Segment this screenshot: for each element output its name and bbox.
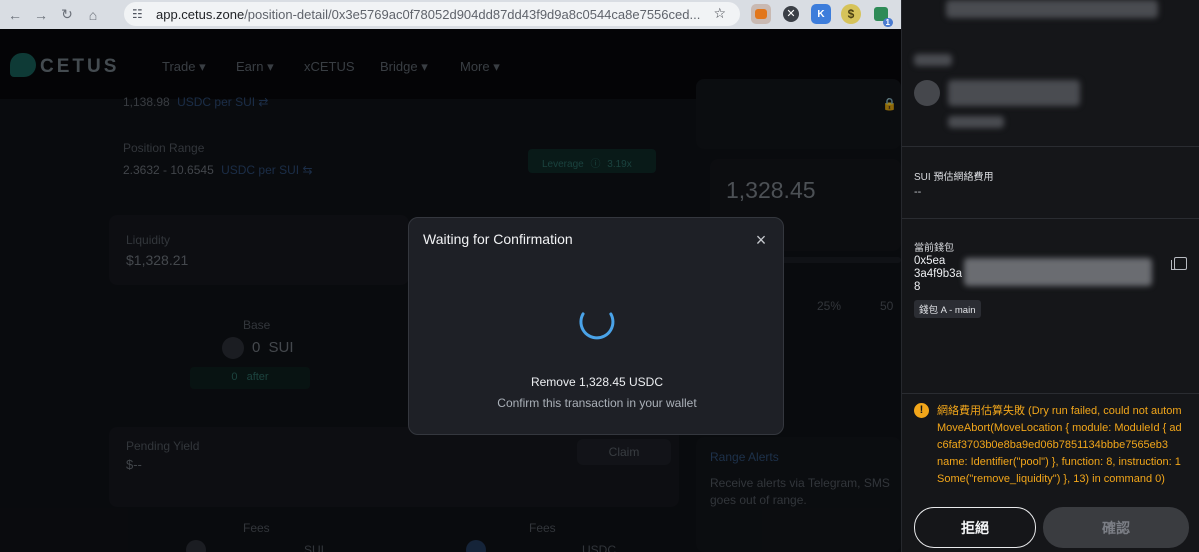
divider xyxy=(902,218,1199,219)
bookmark-star-icon[interactable]: ☆ xyxy=(713,5,726,22)
wallet-address-line2: 3a4f9b3a xyxy=(914,268,962,280)
modal-message: Remove 1,328.45 USDC xyxy=(530,375,664,389)
browser-toolbar: ← → ↻ ⌂ ☷ app.cetus.zone /position-detai… xyxy=(0,0,901,29)
address-bar[interactable]: ☷ app.cetus.zone /position-detail/0x3e57… xyxy=(124,2,740,26)
current-wallet-label: 當前錢包 xyxy=(914,243,954,254)
redacted-dapp-url xyxy=(948,116,1004,128)
wallet-tag: 錢包 A - main xyxy=(914,300,981,318)
divider xyxy=(902,393,1199,394)
redacted-dapp-name xyxy=(948,80,1080,106)
url-path: /position-detail/0x3e5769ac0f78052d904dd… xyxy=(244,6,701,22)
redacted-label xyxy=(914,54,952,66)
back-icon[interactable]: ← xyxy=(2,4,28,26)
confirmation-modal: Waiting for Confirmation × Remove 1,328.… xyxy=(408,217,784,435)
k-extension-icon[interactable]: K xyxy=(811,4,831,24)
url-host: app.cetus.zone xyxy=(156,6,245,22)
loading-spinner-icon xyxy=(579,312,615,340)
modal-title: Waiting for Confirmation xyxy=(423,231,573,247)
modal-submessage: Confirm this transaction in your wallet xyxy=(497,396,697,410)
divider xyxy=(902,146,1199,147)
dapp-avatar xyxy=(914,80,940,106)
site-settings-icon[interactable]: ☷ xyxy=(132,7,150,21)
close-icon[interactable]: × xyxy=(751,230,771,250)
x-extension-icon[interactable]: ✕ xyxy=(781,4,801,24)
redacted-address xyxy=(964,258,1152,286)
wallet-address: 0x5ea 3a4f9b3a 8 xyxy=(914,255,962,294)
network-fee-value: -- xyxy=(914,186,922,198)
network-fee-label: SUI 預估網絡費用 xyxy=(914,172,994,183)
coin-extension-icon[interactable]: $ xyxy=(841,4,861,24)
warning-icon: ! xyxy=(914,403,929,418)
puzzle-extension-icon[interactable]: 1 xyxy=(871,4,893,27)
reject-button[interactable]: 拒絕 xyxy=(914,507,1036,548)
fox-extension-icon[interactable] xyxy=(751,4,771,24)
redacted-header xyxy=(946,0,1158,18)
confirm-button[interactable]: 確認 xyxy=(1043,507,1189,548)
wallet-address-line3: 8 xyxy=(914,281,921,293)
extension-badge: 1 xyxy=(882,18,893,27)
forward-icon[interactable]: → xyxy=(28,4,54,26)
copy-icon[interactable] xyxy=(1171,257,1187,270)
wallet-address-line1: 0x5ea xyxy=(914,255,946,267)
wallet-panel: SUI 預估網絡費用 -- 當前錢包 0x5ea 3a4f9b3a 8 錢包 A… xyxy=(901,0,1199,552)
reload-icon[interactable]: ↻ xyxy=(54,4,80,26)
warning-text: 網絡費用估算失敗 (Dry run failed, could not auto… xyxy=(937,405,1182,485)
home-icon[interactable]: ⌂ xyxy=(80,4,106,26)
